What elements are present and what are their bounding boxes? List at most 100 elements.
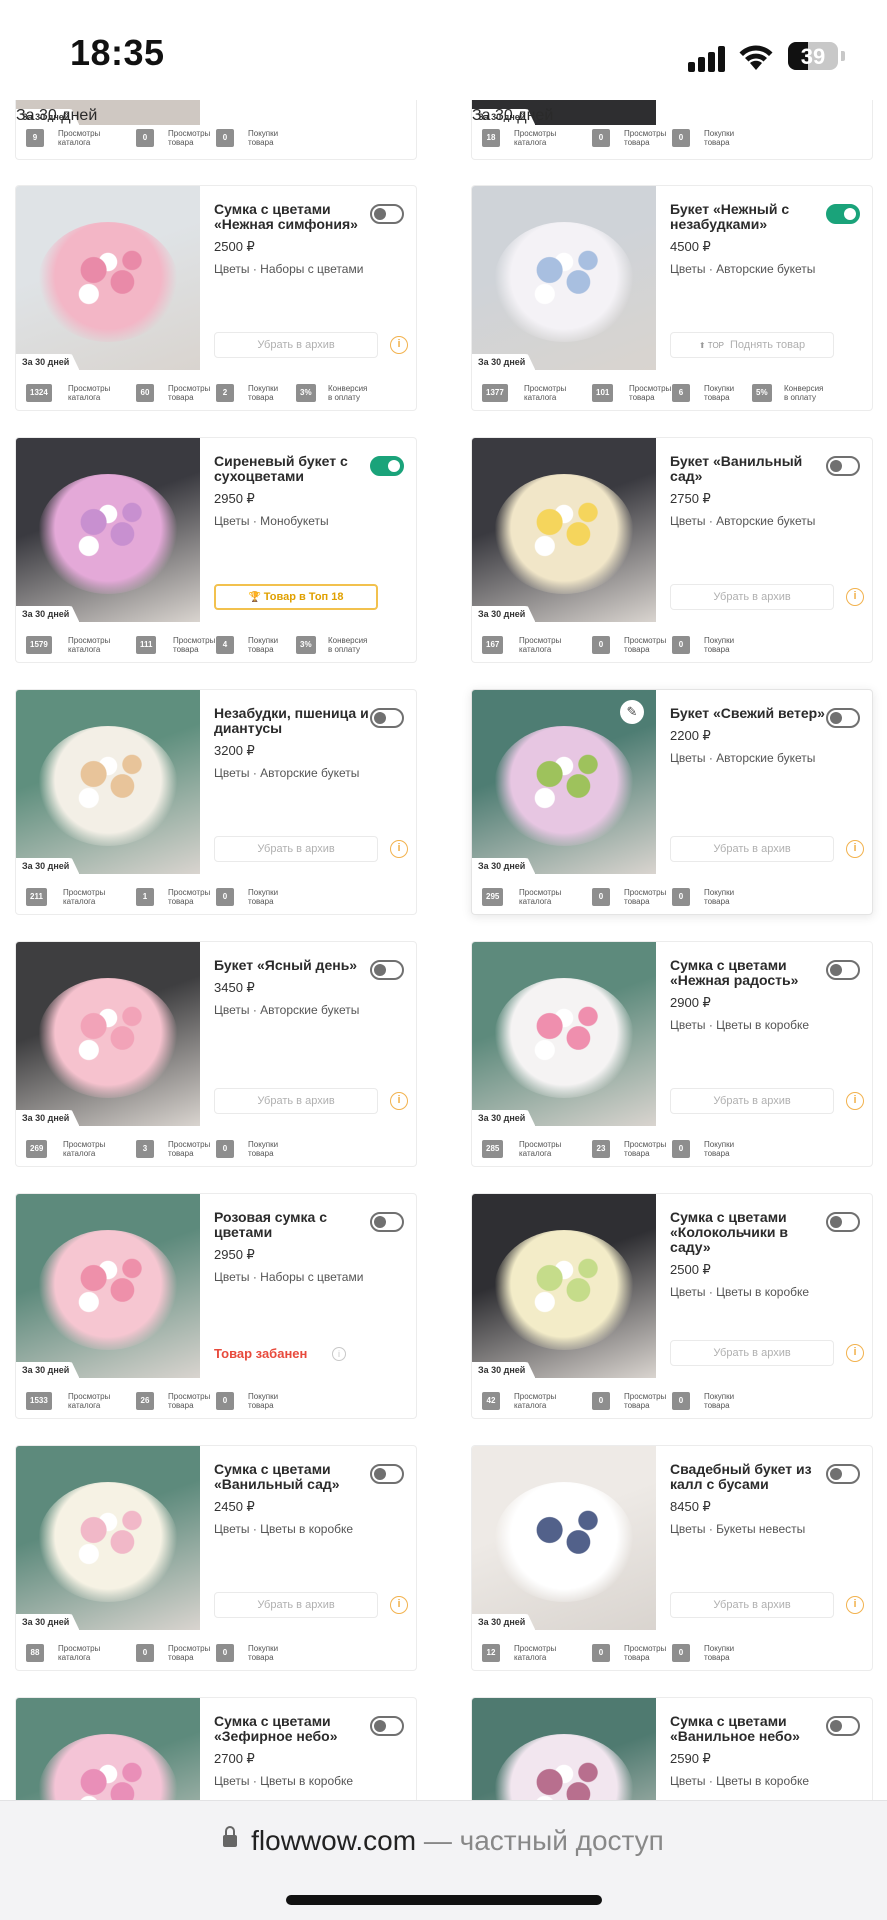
address-bar[interactable]: flowwow.com — частный доступ (0, 1825, 887, 1857)
info-icon[interactable]: i (390, 840, 408, 858)
stat-value: 0 (136, 129, 154, 147)
product-title[interactable]: Сумка с цветами «Нежная симфония» (214, 202, 374, 232)
product-photo[interactable]: За 30 дней (16, 1446, 200, 1630)
product-card[interactable]: За 30 дней Розовая сумка с цветами 2950 ₽ Ц… (15, 1193, 417, 1419)
info-icon[interactable]: i (846, 1596, 864, 1614)
info-icon[interactable]: i (846, 1344, 864, 1362)
visibility-toggle[interactable] (370, 1464, 404, 1484)
edit-pencil-icon[interactable]: ✎ (620, 700, 644, 724)
visibility-toggle[interactable] (370, 960, 404, 980)
product-category: Цветы · Цветы в коробке (670, 1018, 810, 1032)
archive-button[interactable]: Убрать в архив (670, 1340, 834, 1366)
product-price: 2750 ₽ (670, 491, 711, 506)
product-title[interactable]: Сиреневый букет с сухоцветами (214, 454, 374, 484)
visibility-toggle[interactable] (370, 1212, 404, 1232)
product-title[interactable]: Свадебный букет из калл с бусами (670, 1462, 830, 1492)
stat-label: Покупки товара (248, 129, 279, 147)
archive-button[interactable]: Убрать в архив (214, 1592, 378, 1618)
visibility-toggle[interactable] (370, 204, 404, 224)
product-card[interactable]: За 30 дней Незабудки, пшеница и диантусы 3… (15, 689, 417, 915)
archive-button[interactable]: Убрать в архив (670, 836, 834, 862)
product-photo[interactable]: За 30 дней (16, 186, 200, 370)
product-photo[interactable]: За 30 дней (16, 1194, 200, 1378)
product-price: 2950 ₽ (214, 491, 255, 506)
product-card[interactable]: За 30 дней Сумка с цветами «Ванильный сад… (15, 1445, 417, 1671)
info-icon[interactable]: i (390, 1596, 408, 1614)
stat-label: Просмотры каталога (68, 384, 111, 402)
info-icon[interactable]: i (846, 840, 864, 858)
archive-button[interactable]: Убрать в архив (214, 1088, 378, 1114)
info-icon[interactable]: i (846, 588, 864, 606)
stat-value: 0 (216, 129, 234, 147)
product-photo[interactable]: За 30 дней (16, 438, 200, 622)
product-card[interactable]: За 30 дней Свадебный букет из калл с буса… (471, 1445, 873, 1671)
product-card[interactable]: За 30 дней Букет «Ванильный сад» 2750 ₽ Цве… (471, 437, 873, 663)
product-photo[interactable]: За 30 дней (472, 1446, 656, 1630)
home-indicator[interactable] (286, 1895, 602, 1905)
product-card[interactable]: За 30 дней Букет «Ясный день» 3450 ₽ Цветы … (15, 941, 417, 1167)
archive-button[interactable]: Убрать в архив (214, 332, 378, 358)
product-photo[interactable]: За 30 дней (472, 186, 656, 370)
visibility-toggle[interactable] (826, 1464, 860, 1484)
product-title[interactable]: Сумка с цветами «Колокольчики в саду» (670, 1210, 830, 1255)
stats-row: 269 Просмотры каталога 3 Просмотры товара 0 Пок… (26, 1138, 416, 1160)
stat-value: 0 (592, 129, 610, 147)
product-photo[interactable]: За 30 дней (16, 942, 200, 1126)
product-info: Сумка с цветами «Ванильное небо» 2590 ₽ Цв… (670, 1714, 830, 1789)
toggle-knob (374, 1216, 386, 1228)
product-card[interactable]: За 30 дней Сумка с цветами «Колокольчики … (471, 1193, 873, 1419)
product-title[interactable]: Сумка с цветами «Нежная радость» (670, 958, 830, 988)
product-title[interactable]: Сумка с цветами «Ванильное небо» (670, 1714, 830, 1744)
product-card[interactable]: За 30 дней Сиреневый букет с сухоцветами 2… (15, 437, 417, 663)
product-title[interactable]: Сумка с цветами «Зефирное небо» (214, 1714, 374, 1744)
stat-label: Просмотры товара (624, 1644, 667, 1662)
product-card[interactable]: За 30 дней Сумка с цветами «Нежная радост… (471, 941, 873, 1167)
info-icon[interactable]: i (390, 336, 408, 354)
product-photo[interactable]: За 30 дней (472, 1194, 656, 1378)
toggle-knob (374, 712, 386, 724)
stats-row: 88 Просмотры каталога 0 Просмотры товара 0 Поку… (26, 1642, 416, 1664)
product-card[interactable]: За 30 дней Букет «Нежный с незабудками» 45… (471, 185, 873, 411)
product-card[interactable]: За 30 дней ✎ Букет «Свежий ветер» 2200 ₽ Цве… (471, 689, 873, 915)
product-photo[interactable]: За 30 дней (16, 690, 200, 874)
archive-button[interactable]: Убрать в архив (670, 584, 834, 610)
product-photo[interactable]: За 30 дней (472, 438, 656, 622)
product-card[interactable]: За 30 дней Сумка с цветами «Нежная симфон… (15, 185, 417, 411)
top18-button[interactable]: 🏆 Товар в Топ 18 (214, 584, 378, 610)
stat-label: Просмотры каталога (524, 384, 567, 402)
product-category: Цветы · Авторские букеты (670, 751, 816, 765)
visibility-toggle[interactable] (370, 1716, 404, 1736)
product-title[interactable]: Незабудки, пшеница и диантусы (214, 706, 374, 736)
raise-button[interactable]: ⬆ TOP Поднять товар (670, 332, 834, 358)
archive-button[interactable]: Убрать в архив (214, 836, 378, 862)
info-icon[interactable]: i (332, 1347, 346, 1361)
visibility-toggle[interactable] (370, 708, 404, 728)
banned-status: Товар забанен (214, 1346, 308, 1361)
product-info: Сиреневый букет с сухоцветами 2950 ₽ Цветы… (214, 454, 374, 529)
stat-value: 0 (136, 1644, 154, 1662)
stat-value: 0 (216, 1644, 234, 1662)
visibility-toggle[interactable] (826, 1716, 860, 1736)
stats-row: 167 Просмотры каталога 0 Просмотры товара 0 Пок… (482, 634, 872, 656)
visibility-toggle[interactable] (826, 456, 860, 476)
product-title[interactable]: Розовая сумка с цветами (214, 1210, 374, 1240)
product-photo[interactable]: За 30 дней (472, 942, 656, 1126)
visibility-toggle[interactable] (826, 204, 860, 224)
visibility-toggle[interactable] (826, 960, 860, 980)
archive-button[interactable]: Убрать в архив (670, 1088, 834, 1114)
info-icon[interactable]: i (390, 1092, 408, 1110)
product-title[interactable]: Букет «Ясный день» (214, 958, 374, 973)
product-title[interactable]: Букет «Ванильный сад» (670, 454, 830, 484)
visibility-toggle[interactable] (826, 1212, 860, 1232)
visibility-toggle[interactable] (826, 708, 860, 728)
visibility-toggle[interactable] (370, 456, 404, 476)
product-title[interactable]: Букет «Нежный с незабудками» (670, 202, 830, 232)
status-bar: 18:35 39 (0, 0, 887, 100)
info-icon[interactable]: i (846, 1092, 864, 1110)
stats-row: 211 Просмотры каталога 1 Просмотры товара 0 Пок… (26, 886, 416, 908)
archive-button[interactable]: Убрать в архив (670, 1592, 834, 1618)
product-title[interactable]: Букет «Свежий ветер» (670, 706, 830, 721)
product-photo[interactable]: За 30 дней ✎ (472, 690, 656, 874)
product-title[interactable]: Сумка с цветами «Ванильный сад» (214, 1462, 374, 1492)
top-mark: ⬆ TOP (698, 341, 725, 350)
